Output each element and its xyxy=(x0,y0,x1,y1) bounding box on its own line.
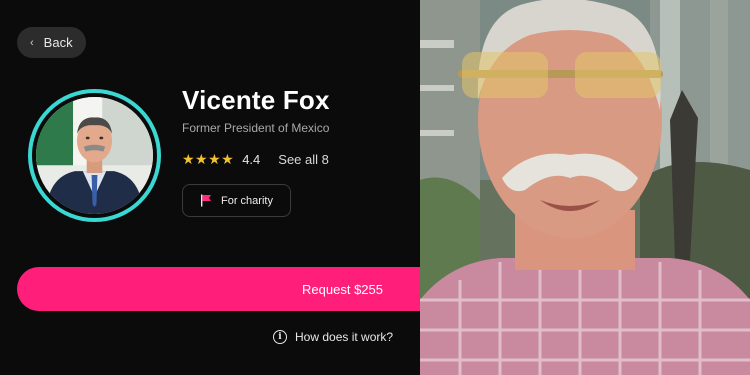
request-button[interactable]: Request $255 xyxy=(17,267,420,311)
back-button[interactable]: ‹ Back xyxy=(17,27,86,58)
rating-value: 4.4 xyxy=(242,151,261,167)
profile-subtitle: Former President of Mexico xyxy=(182,121,330,135)
how-it-works-link[interactable]: i How does it work? xyxy=(273,330,393,344)
how-it-works-label: How does it work? xyxy=(295,330,394,344)
avatar-photo xyxy=(36,97,153,214)
back-label: Back xyxy=(43,35,73,50)
chevron-left-icon: ‹ xyxy=(30,36,34,49)
charity-badge: For charity xyxy=(182,184,291,217)
profile-panel: ‹ Back Vicente Fox Former President of M xyxy=(0,0,420,375)
info-icon: i xyxy=(273,330,287,344)
rating-row: ★★★★ 4.4 See all 8 xyxy=(182,150,329,168)
charity-label: For charity xyxy=(221,194,273,207)
video-frame-image xyxy=(420,0,750,375)
see-all-reviews-link[interactable]: See all 8 xyxy=(278,152,329,167)
avatar xyxy=(28,89,161,222)
star-rating-icon: ★★★★ xyxy=(182,150,235,167)
request-label: Request $255 xyxy=(302,281,383,297)
video-preview xyxy=(420,0,750,375)
flag-icon xyxy=(201,194,211,207)
profile-name: Vicente Fox xyxy=(182,85,330,115)
